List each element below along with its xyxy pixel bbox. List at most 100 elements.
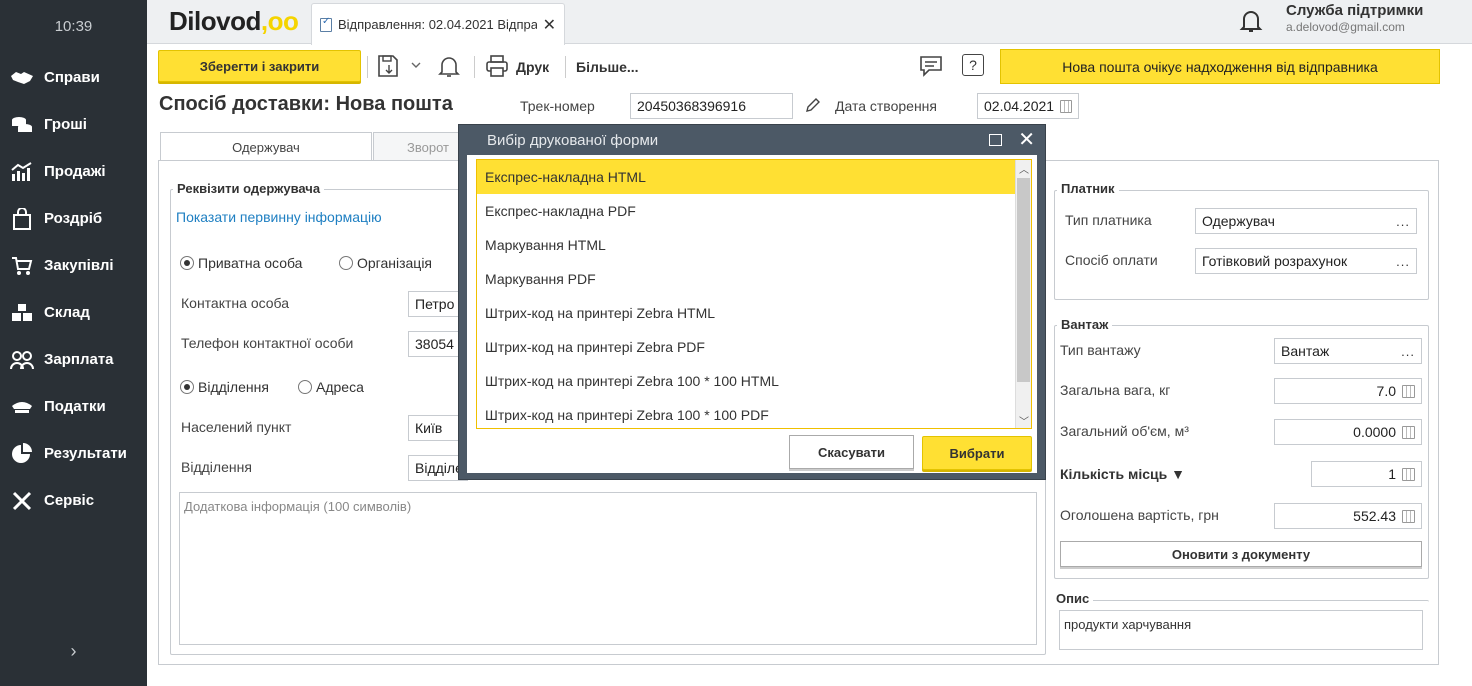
sidebar-item-salary[interactable]: Зарплата xyxy=(0,336,147,383)
cargo-type-label: Тип вантажу xyxy=(1060,342,1141,358)
bell-icon[interactable] xyxy=(437,54,461,78)
save-and-close-button[interactable]: Зберегти і закрити xyxy=(158,50,361,82)
toolbar: Зберегти і закрити Друк Більше... ? Нова… xyxy=(147,44,1472,90)
toolbar-divider xyxy=(565,56,566,78)
printer-icon[interactable] xyxy=(485,54,509,78)
payer-group-title: Платник xyxy=(1057,181,1119,196)
support-info[interactable]: Служба підтримки a.delovod@gmail.com xyxy=(1286,2,1423,34)
document-tab[interactable]: Відправлення: 02.04.2021 Відправлення ✕ xyxy=(311,3,565,45)
sidebar-item-affairs[interactable]: Справи xyxy=(0,54,147,101)
show-primary-info-link[interactable]: Показати первинну інформацію xyxy=(176,209,382,225)
calculator-icon[interactable] xyxy=(1402,509,1415,523)
radio-branch[interactable]: Відділення xyxy=(180,379,269,395)
payment-method-field[interactable]: Готівковий розрахунок... xyxy=(1195,248,1417,274)
list-item[interactable]: Штрих-код на принтері Zebra HTML xyxy=(477,296,1031,330)
dialog-header: Вибір друкованої форми ✕ xyxy=(459,125,1045,155)
close-icon[interactable]: ✕ xyxy=(1018,130,1035,150)
sidebar-expand-button[interactable]: › xyxy=(0,641,147,662)
cancel-button[interactable]: Скасувати xyxy=(789,435,914,469)
list-item[interactable]: Штрих-код на принтері Zebra 100 * 100 PD… xyxy=(477,398,1031,428)
payer-type-label: Тип платника xyxy=(1065,212,1152,228)
radio-address[interactable]: Адреса xyxy=(298,379,364,395)
comment-icon[interactable] xyxy=(919,54,943,78)
list-item[interactable]: Штрих-код на принтері Zebra 100 * 100 HT… xyxy=(477,364,1031,398)
sidebar-item-sales[interactable]: Продажі xyxy=(0,148,147,195)
sidebar-item-label: Результати xyxy=(44,445,127,462)
sidebar-item-label: Сервіс xyxy=(44,492,95,509)
pie-chart-icon xyxy=(10,442,34,466)
choose-button[interactable]: Вибрати xyxy=(922,436,1032,470)
chevron-down-icon[interactable]: ﹀ xyxy=(1016,412,1031,428)
sidebar-item-label: Зарплата xyxy=(44,351,114,368)
payer-type-field[interactable]: Одержувач... xyxy=(1195,208,1417,234)
calculator-icon[interactable] xyxy=(1402,425,1415,439)
total-volume-field[interactable]: 0.0000 xyxy=(1274,419,1422,445)
list-item[interactable]: Маркування PDF xyxy=(477,262,1031,296)
more-button[interactable]: Більше... xyxy=(576,59,639,75)
creation-date-label: Дата створення xyxy=(835,98,937,114)
total-weight-field[interactable]: 7.0 xyxy=(1274,378,1422,404)
additional-info-textarea[interactable]: Додаткова інформація (100 символів) xyxy=(179,492,1037,645)
payment-method-label: Спосіб оплати xyxy=(1065,252,1158,268)
calendar-icon[interactable] xyxy=(1060,99,1072,113)
save-dropdown-icon[interactable] xyxy=(377,54,425,78)
calculator-icon[interactable] xyxy=(1402,384,1415,398)
dialog-body: Експрес-накладна HTML Експрес-накладна P… xyxy=(467,155,1037,473)
tools-icon xyxy=(10,489,34,513)
sidebar-item-label: Гроші xyxy=(44,116,87,133)
track-number-label: Трек-номер xyxy=(520,98,595,114)
sidebar-item-retail[interactable]: Роздріб xyxy=(0,195,147,242)
select-dots-button[interactable]: ... xyxy=(1401,344,1415,359)
clock: 10:39 xyxy=(54,18,93,35)
notifications-bell-icon[interactable] xyxy=(1239,8,1263,34)
creation-date-field[interactable]: 02.04.2021 xyxy=(977,93,1079,119)
dialog-title: Вибір друкованої форми xyxy=(487,131,659,149)
sidebar-item-money[interactable]: Гроші xyxy=(0,101,147,148)
contact-person-label: Контактна особа xyxy=(181,295,290,311)
select-dots-button[interactable]: ... xyxy=(1396,254,1410,269)
contact-phone-label: Телефон контактної особи xyxy=(181,335,354,351)
places-count-field[interactable]: 1 xyxy=(1311,461,1422,487)
update-from-document-button[interactable]: Оновити з документу xyxy=(1060,541,1422,567)
pencil-icon[interactable] xyxy=(805,97,821,116)
declared-value-field[interactable]: 552.43 xyxy=(1274,503,1422,529)
sidebar-item-label: Склад xyxy=(44,304,90,321)
sidebar-item-results[interactable]: Результати xyxy=(0,430,147,477)
people-icon xyxy=(10,348,34,372)
chevron-up-icon[interactable]: ︿ xyxy=(1016,160,1031,176)
details-panel: Платник Тип платника Одержувач... Спосіб… xyxy=(1046,160,1439,665)
top-bar: Dilovod,oo Відправлення: 02.04.2021 Відп… xyxy=(147,0,1472,45)
select-dots-button[interactable]: ... xyxy=(1396,214,1410,229)
radio-private-person[interactable]: Приватна особа xyxy=(180,255,302,271)
branch-label: Відділення xyxy=(181,459,252,475)
sidebar-item-label: Роздріб xyxy=(44,210,103,227)
sidebar-item-taxes[interactable]: Податки xyxy=(0,383,147,430)
list-item[interactable]: Штрих-код на принтері Zebra PDF xyxy=(477,330,1031,364)
radio-circle xyxy=(180,256,194,270)
cargo-type-field[interactable]: Вантаж... xyxy=(1274,338,1422,364)
status-notice: Нова пошта очікує надходження від відпра… xyxy=(1000,49,1440,84)
list-item[interactable]: Експрес-накладна HTML xyxy=(477,160,1031,194)
sidebar-item-service[interactable]: Сервіс xyxy=(0,477,147,524)
sidebar-item-warehouse[interactable]: Склад xyxy=(0,289,147,336)
list-item[interactable]: Маркування HTML xyxy=(477,228,1031,262)
list-scrollbar[interactable]: ︿ ﹀ xyxy=(1015,160,1031,428)
tab-recipient[interactable]: Одержувач xyxy=(160,132,372,161)
total-weight-label: Загальна вага, кг xyxy=(1060,382,1171,398)
track-number-field[interactable]: 20450368396916 xyxy=(630,93,793,119)
list-item[interactable]: Експрес-накладна PDF xyxy=(477,194,1031,228)
sidebar: 10:39 Справи Гроші Продажі Роздріб Закуп… xyxy=(0,0,147,686)
sidebar-item-purchases[interactable]: Закупівлі xyxy=(0,242,147,289)
places-count-label[interactable]: Кількість місць ▼ xyxy=(1060,466,1185,482)
maximize-icon[interactable] xyxy=(989,134,1003,146)
radio-organization[interactable]: Організація xyxy=(339,255,432,271)
officer-cap-icon xyxy=(10,395,34,419)
close-icon[interactable]: ✕ xyxy=(543,15,556,35)
help-icon[interactable]: ? xyxy=(962,54,984,76)
sidebar-item-label: Закупівлі xyxy=(44,257,114,274)
calculator-icon[interactable] xyxy=(1402,467,1415,481)
description-textarea[interactable]: продукти харчування xyxy=(1059,610,1423,650)
page-title: Спосіб доставки: Нова пошта xyxy=(159,93,453,115)
scrollbar-thumb[interactable] xyxy=(1017,178,1030,382)
print-button[interactable]: Друк xyxy=(516,59,549,75)
